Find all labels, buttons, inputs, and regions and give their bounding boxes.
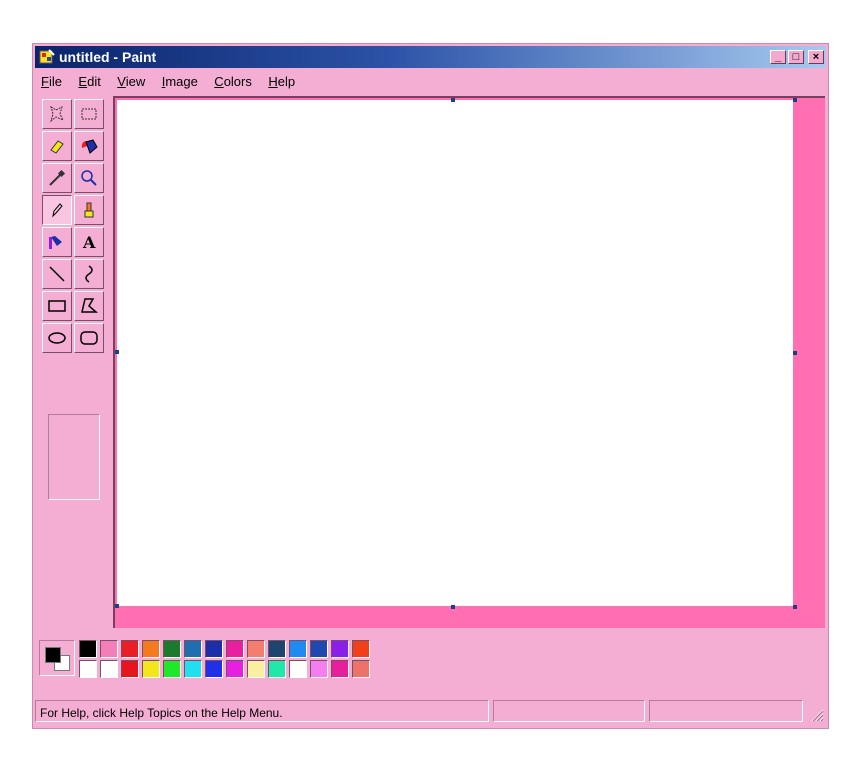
color-swatch[interactable] — [310, 660, 328, 678]
rectangle-icon — [48, 300, 66, 312]
color-swatch[interactable] — [352, 640, 370, 658]
tool-text[interactable]: A — [74, 227, 104, 257]
tool-pencil[interactable] — [42, 195, 72, 225]
tool-box: A — [39, 96, 109, 650]
canvas-scroll-area — [113, 96, 825, 628]
color-swatch[interactable] — [163, 640, 181, 658]
color-swatch[interactable] — [184, 660, 202, 678]
resize-handle-bottom[interactable] — [451, 605, 455, 609]
status-size-pane — [649, 700, 803, 722]
resize-handle-right[interactable] — [793, 351, 797, 355]
tool-free-form-select[interactable] — [42, 99, 72, 129]
paint-window: untitled - Paint _ □ × File Edit View Im… — [32, 43, 829, 729]
color-swatch[interactable] — [79, 640, 97, 658]
svg-text:A: A — [82, 233, 96, 252]
menu-edit[interactable]: Edit — [72, 70, 106, 89]
tool-pick-color[interactable] — [42, 163, 72, 193]
polygon-icon — [81, 298, 99, 313]
pencil-icon — [52, 203, 63, 218]
menu-colors[interactable]: Colors — [208, 70, 258, 89]
menu-view[interactable]: View — [111, 70, 151, 89]
color-swatch[interactable] — [247, 660, 265, 678]
eraser-icon — [50, 140, 64, 154]
size-grip-icon[interactable] — [808, 706, 824, 722]
text-icon: A — [82, 233, 96, 252]
tool-brush[interactable] — [74, 195, 104, 225]
status-help-text: For Help, click Help Topics on the Help … — [35, 700, 489, 722]
color-swatch[interactable] — [142, 640, 160, 658]
tool-magnifier[interactable] — [74, 163, 104, 193]
close-button[interactable]: × — [808, 50, 824, 64]
color-swatch[interactable] — [331, 660, 349, 678]
window-title: untitled - Paint — [59, 49, 157, 65]
resize-handle — [451, 98, 455, 102]
color-swatch[interactable] — [142, 660, 160, 678]
maximize-button[interactable]: □ — [788, 50, 804, 64]
tool-select[interactable] — [74, 99, 104, 129]
color-swatch[interactable] — [352, 660, 370, 678]
color-swatch[interactable] — [331, 640, 349, 658]
color-swatch[interactable] — [121, 660, 139, 678]
color-swatch[interactable] — [268, 660, 286, 678]
color-swatch[interactable] — [247, 640, 265, 658]
brush-icon — [84, 202, 94, 218]
tool-options-box[interactable] — [48, 414, 100, 500]
tool-fill-with-color[interactable] — [74, 131, 104, 161]
color-swatch[interactable] — [226, 660, 244, 678]
menu-image[interactable]: Image — [156, 70, 204, 89]
tool-eraser[interactable] — [42, 131, 72, 161]
color-swatch[interactable] — [268, 640, 286, 658]
ellipse-icon — [48, 332, 66, 344]
pick-color-icon — [49, 169, 66, 186]
color-swatch[interactable] — [100, 660, 118, 678]
resize-handle — [793, 98, 797, 102]
color-swatch[interactable] — [184, 640, 202, 658]
line-icon — [49, 266, 65, 282]
tool-curve[interactable] — [74, 259, 104, 289]
foreground-color-swatch — [45, 647, 61, 663]
select-icon — [81, 108, 97, 120]
current-colors-indicator — [39, 640, 75, 676]
color-swatch[interactable] — [205, 640, 223, 658]
status-coordinates-pane — [493, 700, 645, 722]
tool-polygon[interactable] — [74, 291, 104, 321]
airbrush-icon — [49, 236, 62, 249]
free-form-select-icon — [50, 105, 65, 123]
status-bar: For Help, click Help Topics on the Help … — [35, 698, 826, 724]
color-swatch[interactable] — [289, 660, 307, 678]
minimize-button[interactable]: _ — [770, 50, 786, 64]
curve-icon — [85, 265, 93, 283]
color-swatch[interactable] — [79, 660, 97, 678]
color-swatch[interactable] — [289, 640, 307, 658]
rounded-rectangle-icon — [80, 331, 98, 345]
color-swatch[interactable] — [163, 660, 181, 678]
resize-handle — [115, 604, 119, 608]
tool-line[interactable] — [42, 259, 72, 289]
color-box — [37, 636, 827, 686]
tool-airbrush[interactable] — [42, 227, 72, 257]
menu-file[interactable]: File — [35, 70, 68, 89]
magnifier-icon — [81, 170, 97, 186]
color-swatch[interactable] — [100, 640, 118, 658]
menu-help[interactable]: Help — [262, 70, 301, 89]
tool-ellipse[interactable] — [42, 323, 72, 353]
color-swatch[interactable] — [226, 640, 244, 658]
menu-bar: File Edit View Image Colors Help — [35, 70, 826, 92]
title-bar[interactable]: untitled - Paint _ □ × — [35, 46, 826, 68]
color-swatch[interactable] — [310, 640, 328, 658]
paint-app-icon — [39, 49, 55, 64]
fill-with-color-icon — [81, 139, 98, 154]
color-swatch[interactable] — [205, 660, 223, 678]
resize-handle-corner[interactable] — [793, 605, 797, 609]
tool-rounded-rectangle[interactable] — [74, 323, 104, 353]
resize-handle — [115, 350, 119, 354]
drawing-canvas[interactable] — [117, 100, 793, 606]
tool-rectangle[interactable] — [42, 291, 72, 321]
color-swatch[interactable] — [121, 640, 139, 658]
